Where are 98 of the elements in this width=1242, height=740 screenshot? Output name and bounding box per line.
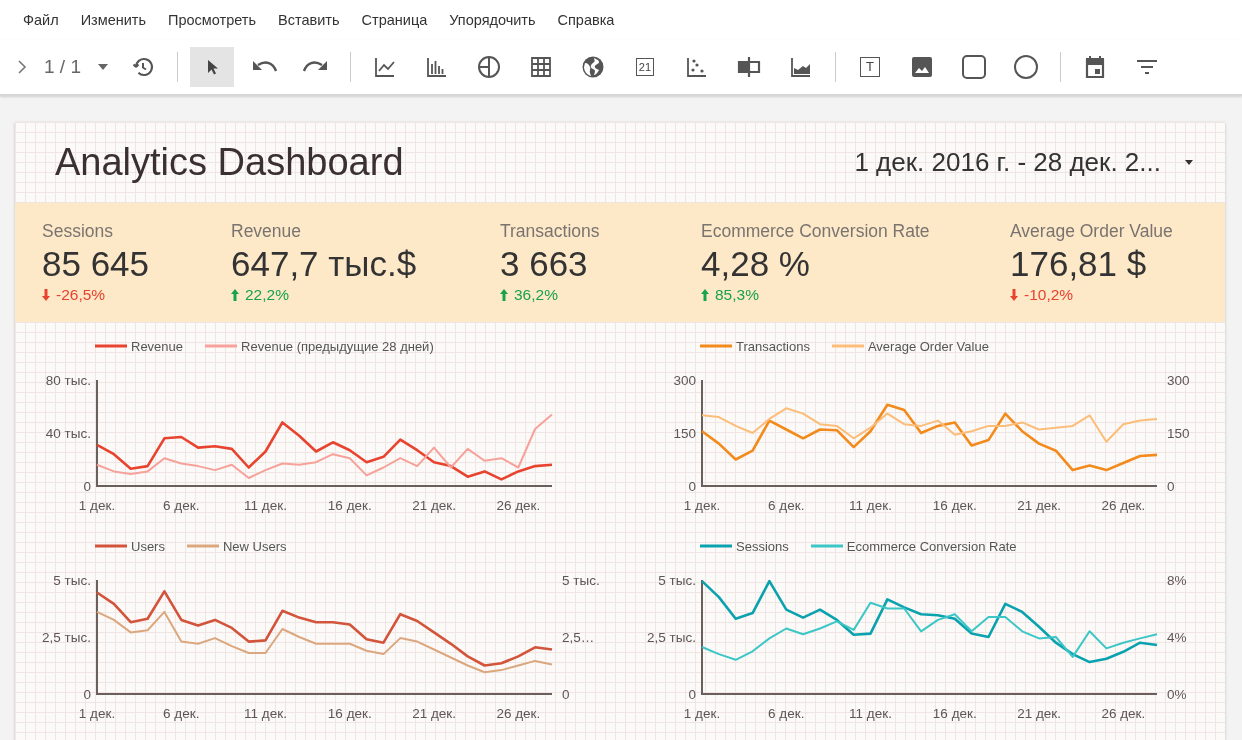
area-chart-icon (790, 56, 812, 78)
axis-tick-label: 16 дек. (932, 706, 977, 721)
axis-tick-label: 150 (1167, 425, 1190, 441)
pointer-tool[interactable] (190, 47, 234, 87)
metric-label: Revenue (231, 221, 303, 242)
menu-item[interactable]: Изменить (69, 12, 158, 28)
axis-tick-label: 2,5 тыс. (42, 629, 91, 645)
caret-down-icon (1183, 158, 1195, 167)
bar-chart-icon (426, 56, 448, 78)
metric-label: Ecommerce Conversion Rate (701, 221, 931, 242)
filter-icon (1136, 58, 1158, 76)
axis-tick-label: 6 дек. (163, 498, 200, 513)
bullet-chart-icon (737, 56, 761, 78)
metric-change: -26,5% (56, 286, 106, 304)
axis-tick-label: 1 дек. (683, 706, 721, 721)
axis-tick-label: 5 тыс. (562, 572, 600, 588)
circle-icon (1013, 54, 1039, 80)
axis-tick-label: 6 дек. (768, 498, 805, 513)
history-icon (131, 55, 155, 79)
metric-value: 647,7 тыс.$ (231, 243, 418, 285)
axis-tick-label: 0 (83, 478, 91, 494)
axis-tick-label: 0 (83, 686, 91, 702)
legend-label: Ecommerce Conversion Rate (846, 538, 1017, 554)
line-chart-icon (374, 56, 396, 78)
metric-value: 4,28 % (701, 243, 811, 285)
axis-tick-label: 26 дек. (496, 706, 541, 721)
menu-item[interactable]: Страница (350, 12, 439, 28)
legend-label: Users (131, 538, 165, 554)
image-icon (910, 55, 934, 79)
axis-tick-label: 0 (688, 686, 696, 702)
calendar-icon (1084, 55, 1106, 79)
axis-tick-label: 8% (1167, 572, 1187, 588)
menu-item[interactable]: Упорядочить (438, 12, 547, 28)
metric-value: 176,81 $ (1010, 243, 1148, 285)
axis-tick-label: 2,5… (562, 629, 595, 645)
axis-tick-label: 0 (562, 686, 570, 702)
rectangle-icon (961, 54, 987, 80)
chevron-right-icon (17, 59, 27, 75)
axis-tick-label: 40 тыс. (45, 425, 91, 441)
axis-tick-label: 1 дек. (78, 498, 116, 513)
metric-label: Transactions (500, 221, 601, 242)
axis-tick-label: 26 дек. (496, 498, 541, 513)
axis-tick-label: 80 тыс. (45, 372, 91, 388)
axis-tick-label: 5 тыс. (53, 572, 91, 588)
axis-tick-label: 21 дек. (1017, 498, 1061, 513)
axis-tick-label: 4% (1167, 629, 1187, 645)
metric-change: -10,2% (1024, 286, 1074, 304)
axis-tick-label: 16 дек. (327, 706, 372, 721)
metric-label: Average Order Value (1010, 221, 1173, 242)
axis-tick-label: 5 тыс. (658, 572, 696, 588)
axis-tick-label: 6 дек. (163, 706, 200, 721)
axis-tick-label: 6 дек. (768, 706, 805, 721)
axis-tick-label: 150 (673, 425, 696, 441)
metric-change: 85,3% (715, 286, 759, 304)
metric-change: 22,2% (245, 286, 289, 304)
scorecard-tool[interactable]: 21 (623, 47, 667, 87)
axis-tick-label: 26 дек. (1101, 706, 1146, 721)
legend-label: Sessions (736, 538, 789, 554)
menu-item[interactable]: Просмотреть (157, 12, 268, 28)
axis-tick-label: 16 дек. (932, 498, 977, 513)
table-icon (530, 56, 552, 78)
scatter-chart-icon (686, 56, 708, 78)
legend-label: Average Order Value (867, 338, 989, 354)
legend-label: Revenue (131, 338, 184, 354)
metric-label: Sessions (42, 221, 114, 242)
menu-item[interactable]: Файл (12, 12, 70, 28)
axis-tick-label: 26 дек. (1101, 498, 1146, 513)
axis-tick-label: 0% (1167, 686, 1187, 702)
axis-tick-label: 1 дек. (78, 706, 116, 721)
axis-tick-label: 11 дек. (244, 498, 287, 513)
legend-label: Transactions (736, 338, 810, 354)
text-box-tool[interactable]: T (848, 47, 892, 87)
axis-tick-label: 2,5 тыс. (647, 629, 696, 645)
axis-tick-label: 21 дек. (1017, 706, 1061, 721)
legend-label: New Users (222, 538, 287, 554)
caret-down-icon (97, 63, 109, 71)
globe-icon (581, 55, 605, 79)
menu-item[interactable]: Вставить (267, 12, 351, 28)
axis-tick-label: 21 дек. (412, 706, 456, 721)
legend-label: Revenue (предыдущие 28 дней) (241, 338, 434, 354)
axis-tick-label: 16 дек. (327, 498, 372, 513)
pie-chart-icon (477, 55, 501, 79)
axis-tick-label: 300 (1167, 372, 1190, 388)
axis-tick-label: 21 дек. (412, 498, 456, 513)
date-range-picker[interactable]: 1 дек. 2016 г. - 28 дек. 2... (854, 143, 1195, 182)
axis-tick-label: 0 (1167, 478, 1175, 494)
axis-tick-label: 1 дек. (683, 498, 721, 513)
page-number[interactable]: 1 / 1 (40, 56, 85, 78)
axis-tick-label: 11 дек. (244, 706, 287, 721)
axis-tick-label: 0 (688, 478, 696, 494)
axis-tick-label: 11 дек. (849, 706, 892, 721)
metric-change: 36,2% (514, 286, 558, 304)
metric-value: 85 645 (42, 243, 151, 285)
axis-tick-label: 11 дек. (849, 498, 892, 513)
report-title: Analytics Dashboard (55, 141, 404, 184)
menu-item[interactable]: Справка (546, 12, 626, 28)
axis-tick-label: 300 (673, 372, 696, 388)
metric-value: 3 663 (500, 243, 589, 285)
